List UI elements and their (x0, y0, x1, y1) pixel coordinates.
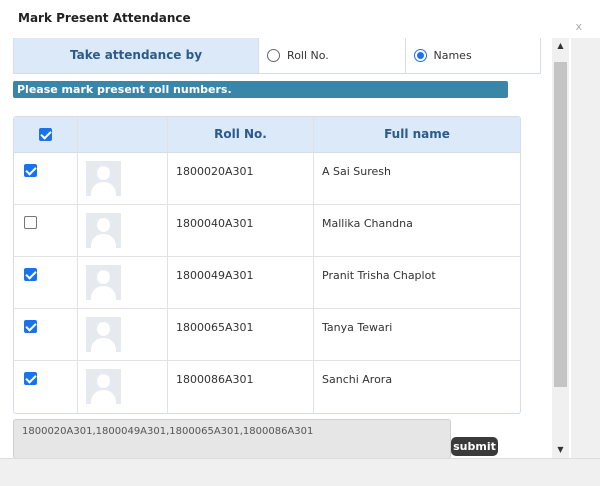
dialog-footer (0, 458, 600, 486)
scroll-down-arrow-icon[interactable]: ▼ (552, 442, 569, 458)
attendance-table: Roll No. Full name 1800020A301 A Sai Sur… (13, 116, 521, 414)
selected-rolls-field[interactable]: 1800020A301,1800049A301,1800065A301,1800… (13, 419, 451, 458)
present-checkbox[interactable] (24, 216, 37, 229)
select-all-checkbox[interactable] (39, 128, 52, 141)
attendance-mode-row: Take attendance by Roll No. Names (13, 38, 541, 74)
dialog-titlebar: Mark Present Attendance x (0, 0, 600, 38)
mark-attendance-dialog: Mark Present Attendance x Take attendanc… (0, 0, 600, 486)
table-row: 1800020A301 A Sai Suresh (14, 153, 520, 205)
roll-no-cell: 1800020A301 (176, 165, 254, 178)
table-row: 1800086A301 Sanchi Arora (14, 361, 520, 413)
full-name-cell: Mallika Chandna (322, 217, 413, 230)
present-checkbox[interactable] (24, 372, 37, 385)
scroll-thumb[interactable] (554, 62, 567, 387)
close-icon[interactable]: x (575, 20, 582, 33)
notice-banner: Please mark present roll numbers. (13, 81, 508, 98)
dialog-title: Mark Present Attendance (18, 11, 191, 25)
roll-no-cell: 1800040A301 (176, 217, 254, 230)
avatar (86, 161, 121, 196)
photo-column-header (78, 117, 168, 152)
full-name-cell: Sanchi Arora (322, 373, 393, 386)
roll-no-radio[interactable] (267, 49, 281, 62)
table-row: 1800040A301 Mallika Chandna (14, 205, 520, 257)
full-name-cell: Pranit Trisha Chaplot (322, 269, 436, 282)
roll-no-cell: 1800086A301 (176, 373, 254, 386)
roll-no-cell: 1800065A301 (176, 321, 254, 334)
full-name-cell: A Sai Suresh (322, 165, 392, 178)
roll-no-cell: 1800049A301 (176, 269, 254, 282)
avatar (86, 369, 121, 404)
full-name-cell: Tanya Tewari (322, 321, 393, 334)
avatar (86, 265, 121, 300)
full-name-column-header: Full name (384, 127, 450, 141)
present-checkbox[interactable] (24, 164, 37, 177)
scroll-up-arrow-icon[interactable]: ▲ (552, 38, 569, 54)
present-checkbox[interactable] (24, 268, 37, 281)
submit-button[interactable]: submit (451, 437, 498, 456)
roll-no-option-label: Roll No. (287, 49, 329, 62)
names-radio[interactable] (413, 49, 427, 62)
avatar (86, 213, 121, 248)
table-row: 1800049A301 Pranit Trisha Chaplot (14, 257, 520, 309)
table-row: 1800065A301 Tanya Tewari (14, 309, 520, 361)
names-option[interactable]: Names (404, 38, 541, 73)
present-checkbox[interactable] (24, 320, 37, 333)
vertical-scrollbar[interactable]: ▲ ▼ (552, 38, 569, 458)
avatar (86, 317, 121, 352)
dialog-content: Take attendance by Roll No. Names Please… (0, 38, 571, 458)
roll-no-option[interactable]: Roll No. (258, 38, 404, 73)
attendance-mode-label: Take attendance by (14, 38, 259, 73)
roll-no-column-header: Roll No. (168, 117, 314, 152)
table-header: Roll No. Full name (14, 117, 520, 153)
names-option-label: Names (433, 49, 472, 62)
